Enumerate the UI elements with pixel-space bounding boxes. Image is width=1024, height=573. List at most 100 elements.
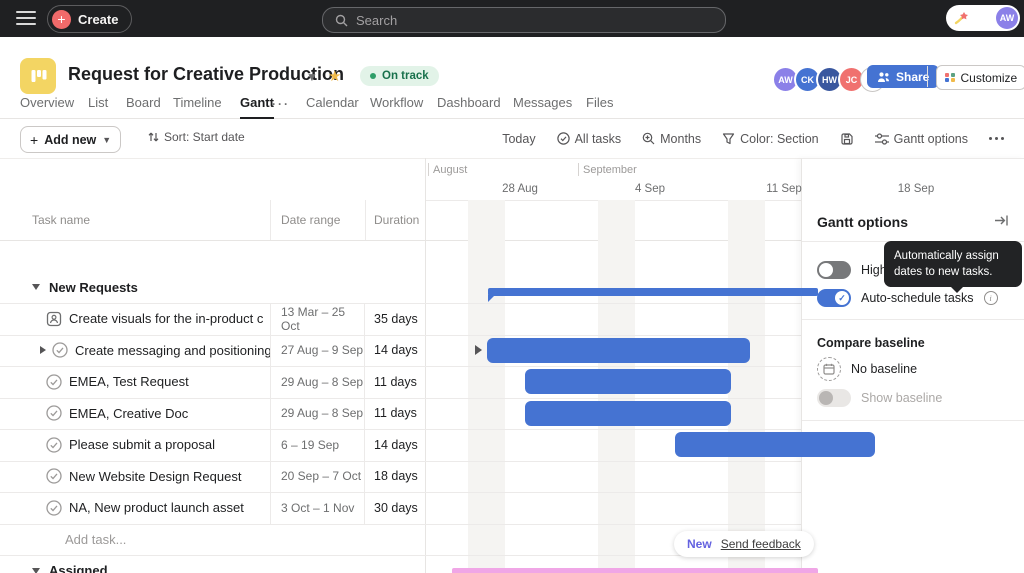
create-label: Create: [78, 12, 118, 27]
save-button[interactable]: [840, 132, 854, 146]
add-new-label: Add new: [44, 133, 96, 147]
summary-bar-end: [488, 295, 495, 302]
gantt-bar[interactable]: [525, 401, 731, 426]
customize-label: Customize: [961, 71, 1018, 85]
customize-button[interactable]: Customize: [936, 65, 1024, 90]
plus-icon: +: [52, 10, 71, 29]
check-circle-icon[interactable]: [46, 500, 62, 516]
info-icon[interactable]: i: [984, 291, 998, 305]
table-header: Task name Date range Duration: [0, 200, 801, 241]
auto-schedule-toggle-row: ✓ Auto-schedule tasks i: [817, 289, 998, 307]
collapse-panel-icon[interactable]: [994, 214, 1009, 227]
tab-timeline[interactable]: Timeline: [173, 95, 222, 117]
auto-schedule-tooltip: Automatically assign dates to new tasks.: [884, 241, 1022, 287]
gantt-bar[interactable]: [452, 568, 818, 573]
add-new-button[interactable]: + Add new ▼: [20, 126, 121, 153]
portrait-icon[interactable]: [46, 311, 62, 327]
week-label: 28 Aug: [502, 183, 538, 195]
table-row[interactable]: Create visuals for the in-product c 13 Ma…: [0, 303, 801, 336]
check-circle-icon[interactable]: [52, 342, 68, 358]
search-input[interactable]: Search: [322, 7, 726, 33]
week-label: 18 Sep: [898, 183, 934, 195]
task-name-cell: EMEA, Creative Doc: [0, 398, 271, 430]
task-name[interactable]: EMEA, Test Request: [69, 374, 189, 389]
months-button[interactable]: Months: [642, 132, 701, 146]
tab-board[interactable]: Board: [126, 95, 161, 117]
check-circle-icon[interactable]: [46, 468, 62, 484]
sidebar-toggle-icon[interactable]: [16, 11, 36, 25]
create-button[interactable]: + Create: [47, 5, 132, 33]
tab-overview[interactable]: Overview: [20, 95, 74, 117]
share-button[interactable]: Share: [867, 65, 939, 88]
column-duration: Duration: [374, 200, 419, 240]
today-button[interactable]: Today: [502, 132, 535, 146]
project-icon[interactable]: [20, 58, 56, 94]
task-name-cell: New Requests: [0, 272, 270, 304]
tab-workflow[interactable]: Workflow: [370, 95, 423, 117]
gantt-bar[interactable]: [487, 338, 750, 363]
share-label: Share: [896, 70, 929, 84]
favorite-star-icon[interactable]: ★: [328, 67, 341, 85]
account-pill[interactable]: AW: [946, 5, 1020, 31]
check-circle-icon[interactable]: [46, 437, 62, 453]
sort-label: Sort: Start date: [164, 130, 245, 144]
table-row[interactable]: New Website Design Request20 Sep – 7 Oct…: [0, 461, 801, 494]
tab-overflow-icon[interactable]: ···: [272, 97, 290, 111]
task-name[interactable]: Please submit a proposal: [69, 437, 215, 452]
task-name[interactable]: New Website Design Request: [69, 469, 241, 484]
show-baseline-toggle[interactable]: [817, 389, 851, 407]
tab-list[interactable]: List: [88, 95, 108, 117]
task-name-cell: Assigned: [0, 555, 270, 573]
dots-button[interactable]: [989, 137, 1004, 140]
gantt-bar[interactable]: [525, 369, 731, 394]
collapse-caret-icon[interactable]: [32, 568, 40, 573]
expand-caret-icon[interactable]: [40, 346, 46, 354]
user-avatar[interactable]: AW: [996, 7, 1018, 29]
all-tasks-button[interactable]: All tasks: [557, 132, 622, 146]
page-title: Request for Creative Production: [68, 64, 344, 85]
task-name-cell: New Website Design Request: [0, 461, 271, 493]
tab-calendar[interactable]: Calendar: [306, 95, 359, 117]
task-name[interactable]: EMEA, Creative Doc: [69, 406, 188, 421]
search-placeholder: Search: [356, 13, 397, 28]
collapse-caret-icon[interactable]: [32, 284, 40, 290]
task-duration: 18 days: [365, 461, 425, 493]
column-task-name: Task name: [32, 200, 90, 240]
check-circle-icon[interactable]: [46, 405, 62, 421]
global-topbar: + Create Search AW: [0, 0, 1024, 37]
status-label: On track: [382, 70, 429, 82]
no-baseline-select[interactable]: No baseline: [817, 357, 917, 381]
tab-files[interactable]: Files: [586, 95, 613, 117]
board-glyph-icon: [29, 67, 47, 85]
tab-messages[interactable]: Messages: [513, 95, 572, 117]
expand-caret-icon[interactable]: [475, 345, 482, 355]
table-row[interactable]: NA, New product launch asset 3 Oct – 1 No…: [0, 492, 801, 525]
task-name[interactable]: NA, New product launch asset: [69, 500, 244, 515]
sort-control[interactable]: Sort: Start date: [148, 130, 245, 144]
gantt-options-button[interactable]: Gantt options: [875, 132, 968, 146]
send-feedback-link[interactable]: Send feedback: [721, 537, 801, 551]
tab-gantt[interactable]: Gantt: [240, 95, 274, 119]
tab-dashboard[interactable]: Dashboard: [437, 95, 501, 117]
no-baseline-label: No baseline: [851, 362, 917, 376]
task-name[interactable]: Create messaging and positioning: [75, 343, 271, 358]
section-name: Assigned: [49, 563, 108, 573]
gantt-bar[interactable]: [675, 432, 875, 457]
status-badge[interactable]: On track: [360, 66, 439, 86]
color-section-button[interactable]: Color: Section: [722, 132, 819, 146]
add-task-button[interactable]: Add task...: [65, 532, 126, 547]
auto-schedule-toggle[interactable]: ✓: [817, 289, 851, 307]
task-name-cell: EMEA, Test Request: [0, 366, 271, 398]
task-name-cell: Create visuals for the in-product c: [0, 303, 271, 335]
column-date-range: Date range: [281, 200, 340, 240]
chevron-down-icon[interactable]: ▼: [306, 70, 318, 84]
gantt-bar[interactable]: [488, 288, 818, 296]
task-date-range: 13 Mar – 25 Oct: [270, 303, 365, 335]
task-date-range: 3 Oct – 1 Nov: [270, 492, 365, 524]
task-date-range: 27 Aug – 9 Sep: [270, 335, 365, 367]
task-name[interactable]: Create visuals for the in-product c: [69, 311, 263, 326]
check-circle-icon[interactable]: [46, 374, 62, 390]
task-duration: 35 days: [365, 303, 425, 335]
toolbar-item-label: Today: [502, 132, 535, 146]
highlight-toggle[interactable]: [817, 261, 851, 279]
